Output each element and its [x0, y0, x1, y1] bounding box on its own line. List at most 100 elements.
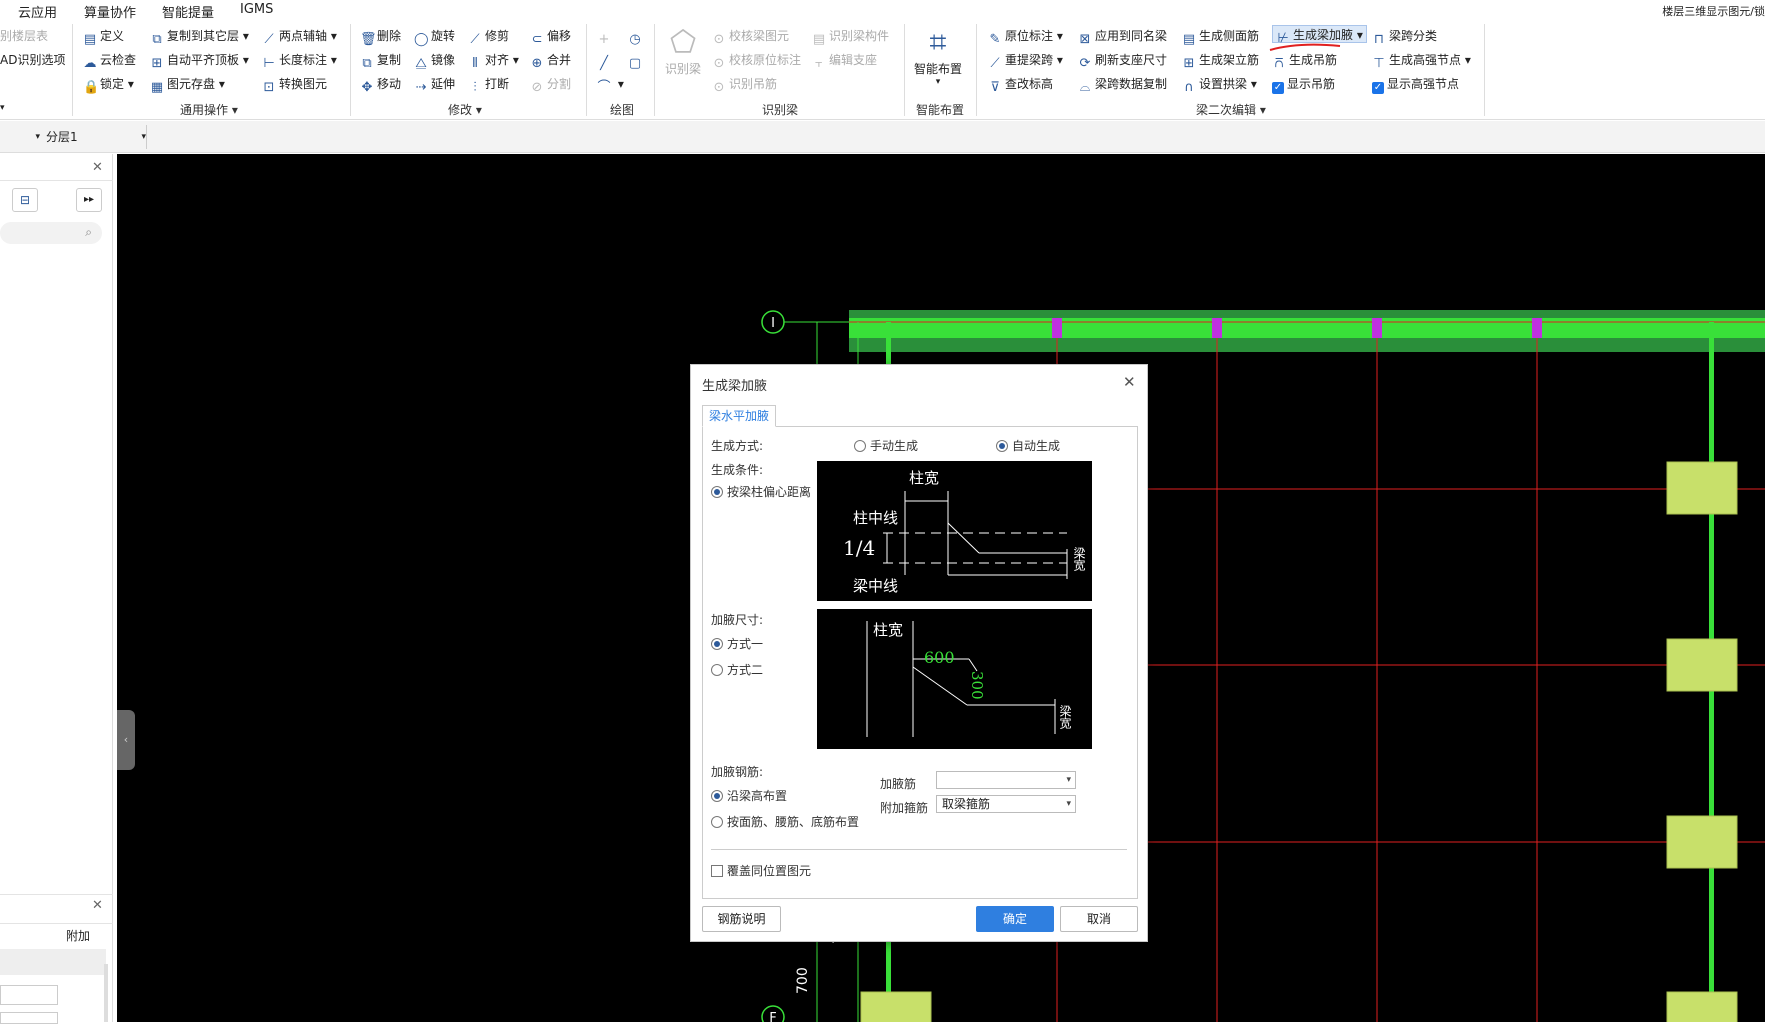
search-icon: ⌕: [85, 225, 92, 239]
identify-beam-member-button[interactable]: ▤ 识别梁构件: [812, 27, 889, 47]
delete-button[interactable]: 🗑删除: [360, 27, 401, 47]
tab-horizontal-haunch[interactable]: 梁水平加腋: [702, 405, 776, 427]
inplace-annotation-button[interactable]: ✎ 原位标注 ▾: [988, 27, 1063, 47]
group-general-ops[interactable]: 通用操作 ▾: [180, 101, 238, 118]
floor-dropdown[interactable]: ▾: [0, 128, 44, 146]
group-smart: 智能布置: [916, 103, 965, 117]
define-icon: ▤: [83, 32, 97, 47]
floor-table-button[interactable]: 别楼层表: [0, 27, 48, 45]
scrollbar[interactable]: [104, 964, 108, 1022]
group-identify: 识别梁: [762, 103, 799, 117]
identify-beam-button[interactable]: ⬠ 识别梁: [664, 26, 702, 77]
overwrite-checkbox[interactable]: 覆盖同位置图元: [711, 862, 811, 879]
layer-dropdown[interactable]: 分层1 ▾: [46, 128, 146, 146]
side-rebar-icon: ▤: [1182, 32, 1196, 47]
define-button[interactable]: ▤ 定义: [83, 27, 124, 47]
menu-collab[interactable]: 算量协作: [84, 2, 136, 21]
copy-button[interactable]: ⧉ 复制: [360, 51, 401, 71]
smart-point-button[interactable]: ◷: [628, 27, 645, 47]
cloud-check-button[interactable]: ☁ 云检查: [83, 51, 137, 71]
rebar-by-type-radio[interactable]: 按面筋、腰筋、底筋布置: [711, 813, 859, 830]
menu-cloud-app[interactable]: 云应用: [18, 2, 57, 21]
identify-hanger-button[interactable]: ⊙ 识别吊筋: [712, 75, 777, 95]
two-point-axis-button[interactable]: ⟋ 两点辅轴 ▾: [262, 27, 336, 47]
show-hanger-checkbox[interactable]: ✓ 显示吊筋: [1272, 75, 1335, 94]
show-hs-node-checkbox[interactable]: ✓ 显示高强节点: [1372, 75, 1459, 94]
gen-hanger-button[interactable]: ⩃ 生成吊筋: [1272, 51, 1337, 71]
collapse-panel-handle[interactable]: ‹: [117, 710, 135, 770]
chevron-down-icon[interactable]: ▾: [0, 99, 5, 117]
convert-icon: ⊡: [263, 80, 275, 95]
side-rebar-button[interactable]: ▤ 生成侧面筋: [1182, 27, 1259, 47]
table-row[interactable]: [0, 949, 106, 975]
group-modify[interactable]: 修改 ▾: [448, 101, 482, 118]
cond-eccentric-radio[interactable]: 按梁柱偏心距离: [711, 483, 811, 500]
edit-support-button[interactable]: ⫟ 编辑支座: [812, 51, 877, 71]
cancel-button[interactable]: 取消: [1060, 906, 1138, 932]
close-icon[interactable]: ✕: [92, 898, 103, 913]
grid-layout-icon: ⌗: [929, 25, 947, 60]
merge-button[interactable]: ⊕ 合并: [530, 51, 571, 71]
ok-button[interactable]: 确定: [976, 906, 1054, 932]
edit-elevation-button[interactable]: ⊽ 查改标高: [988, 75, 1053, 95]
menu-igms[interactable]: IGMS: [240, 2, 273, 17]
refresh-support-button[interactable]: ⟳ 刷新支座尺寸: [1078, 51, 1167, 71]
lock-button[interactable]: 🔒锁定 ▾: [83, 75, 134, 95]
close-icon[interactable]: ✕: [1123, 373, 1136, 391]
smart-layout-button[interactable]: ⌗ 智能布置 ▾: [908, 25, 968, 88]
split-button[interactable]: ⊘ 分割: [530, 75, 571, 95]
check-beam-icon: ⊙: [713, 32, 725, 47]
auto-radio[interactable]: 自动生成: [996, 437, 1060, 454]
align-button[interactable]: ⫴ 对齐 ▾: [468, 51, 519, 71]
erection-rebar-button[interactable]: ⊞ 生成架立筋: [1182, 51, 1259, 71]
rebar-along-height-radio[interactable]: 沿梁高布置: [711, 787, 787, 804]
auto-align-slab-button[interactable]: ⊞ 自动平齐顶板 ▾: [150, 51, 249, 71]
arc-draw-button[interactable]: ⌒ ▾: [597, 75, 623, 95]
point-draw-button[interactable]: +: [597, 27, 614, 47]
stirrup-select[interactable]: 取梁箍筋 ▾: [936, 795, 1076, 813]
copy-span-data-button[interactable]: ⌓ 梁跨数据复制: [1078, 75, 1167, 95]
rebar-doc-button[interactable]: 钢筋说明: [702, 906, 781, 932]
axis-label-i: I: [771, 316, 775, 331]
mode1-radio[interactable]: 方式一: [711, 635, 763, 652]
line-icon: ╱: [600, 56, 608, 71]
arch-beam-button[interactable]: ∩ 设置拱梁 ▾: [1182, 75, 1257, 95]
trim-button[interactable]: ⟋ 修剪: [468, 27, 509, 47]
size-label: 加腋尺寸:: [711, 613, 764, 627]
offset-button[interactable]: ⊂ 偏移: [530, 27, 571, 47]
radio-selected-icon: [711, 486, 723, 498]
gen-haunch-button[interactable]: ⊬ 生成梁加腋 ▾: [1272, 25, 1367, 46]
manual-radio[interactable]: 手动生成: [854, 437, 918, 454]
group-beam-edit[interactable]: 梁二次编辑 ▾: [1196, 101, 1266, 118]
rotate-button[interactable]: ◯ 旋转: [414, 27, 455, 47]
gen-hs-node-button[interactable]: ⊤ 生成高强节点 ▾: [1372, 51, 1471, 71]
haunch-bar-select[interactable]: ▾: [936, 771, 1076, 789]
close-icon[interactable]: ✕: [92, 160, 103, 175]
length-dim-button[interactable]: ⊢ 长度标注 ▾: [262, 51, 337, 71]
expand-icon[interactable]: ▸▸: [76, 188, 102, 212]
save-element-button[interactable]: ▦ 图元存盘 ▾: [150, 75, 225, 95]
span-classify-button[interactable]: ⊓ 梁跨分类: [1372, 27, 1437, 47]
break-button[interactable]: ⫶ 打断: [468, 75, 509, 95]
check-beam-button[interactable]: ⊙ 校核梁图元: [712, 27, 789, 47]
cad-options-button[interactable]: AD识别选项: [0, 51, 65, 69]
check-annotation-button[interactable]: ⊙ 校核原位标注: [712, 51, 801, 71]
menu-smart-extract[interactable]: 智能提量: [162, 2, 214, 21]
search-input[interactable]: ⌕: [0, 222, 102, 244]
move-button[interactable]: ✥ 移动: [360, 75, 401, 95]
table-cell-input[interactable]: [0, 985, 58, 1005]
mode2-radio[interactable]: 方式二: [711, 661, 763, 678]
mirror-button[interactable]: ⧋ 镜像: [414, 51, 455, 71]
divider: [904, 24, 905, 116]
convert-element-button[interactable]: ⊡ 转换图元: [262, 75, 327, 95]
table-cell-input[interactable]: [0, 1012, 58, 1024]
rect-draw-button[interactable]: ▢: [628, 51, 645, 71]
new-component-icon[interactable]: ⊟: [12, 188, 38, 212]
stirrup-label: 附加箍筋: [880, 801, 929, 815]
respan-button[interactable]: ⟋ 重提梁跨 ▾: [988, 51, 1062, 71]
extend-button[interactable]: ⇢ 延伸: [414, 75, 455, 95]
apply-same-name-button[interactable]: ⊠ 应用到同名梁: [1078, 27, 1167, 47]
line-draw-button[interactable]: ╱: [597, 51, 614, 71]
copy-to-floor-button[interactable]: ⧉ 复制到其它层 ▾: [150, 27, 249, 47]
layer-label: 分层1: [46, 130, 78, 144]
